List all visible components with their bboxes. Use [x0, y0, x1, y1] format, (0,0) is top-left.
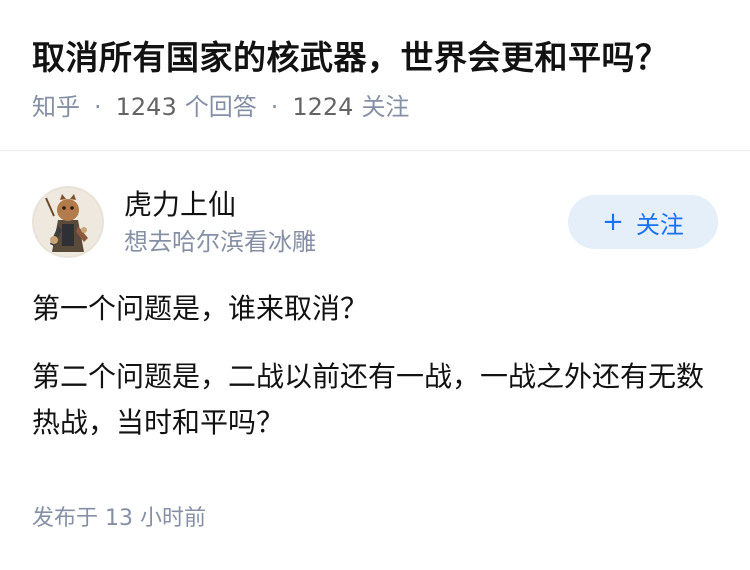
- zhihu-answer-page: 取消所有国家的核武器，世界会更和平吗？ 知乎 · 1243 个回答 · 1224…: [0, 0, 750, 570]
- answer-paragraph: 第二个问题是，二战以前还有一战，一战之外还有无数热战，当时和平吗？: [32, 360, 705, 439]
- answer-count: 1243: [115, 93, 177, 121]
- follower-count: 1224: [292, 93, 354, 121]
- follower-count-label[interactable]: 关注: [361, 90, 409, 124]
- author-bio: 想去哈尔滨看冰雕: [124, 228, 316, 256]
- answer-paragraph: 第一个问题是，谁来取消？: [32, 292, 369, 325]
- author-row: 虎力上仙 想去哈尔滨看冰雕 + 关注: [32, 184, 718, 260]
- question-meta: 知乎 · 1243 个回答 · 1224 关注: [32, 90, 718, 124]
- plus-icon: +: [602, 207, 624, 237]
- follow-button-label: 关注: [635, 210, 684, 239]
- answer-card: 虎力上仙 想去哈尔滨看冰雕 + 关注 第一个问题是，谁来取消？ 第二个问题是，二…: [32, 184, 718, 474]
- question-header: 取消所有国家的核武器，世界会更和平吗？ 知乎 · 1243 个回答 · 1224…: [0, 0, 750, 124]
- author-avatar[interactable]: [32, 186, 104, 258]
- answer-publish-time: 发布于 13 小时前: [32, 503, 206, 535]
- answer-count-label[interactable]: 个回答: [185, 90, 257, 124]
- avatar-illustration-icon: [32, 186, 104, 258]
- author-info: 虎力上仙 想去哈尔滨看冰雕: [124, 186, 568, 258]
- section-divider: [0, 150, 750, 151]
- question-title[interactable]: 取消所有国家的核武器，世界会更和平吗？: [32, 32, 718, 84]
- meta-separator-dot: ·: [270, 93, 279, 121]
- answer-content: 第一个问题是，谁来取消？ 第二个问题是，二战以前还有一战，一战之外还有无数热战，…: [32, 286, 718, 446]
- publish-time-prefix: 发布于: [32, 506, 99, 531]
- meta-separator-dot: ·: [94, 93, 102, 121]
- question-source[interactable]: 知乎: [32, 90, 80, 124]
- author-name[interactable]: 虎力上仙: [124, 186, 568, 224]
- follow-author-button[interactable]: + 关注: [568, 195, 718, 249]
- publish-time-value: 13 小时前: [105, 506, 207, 531]
